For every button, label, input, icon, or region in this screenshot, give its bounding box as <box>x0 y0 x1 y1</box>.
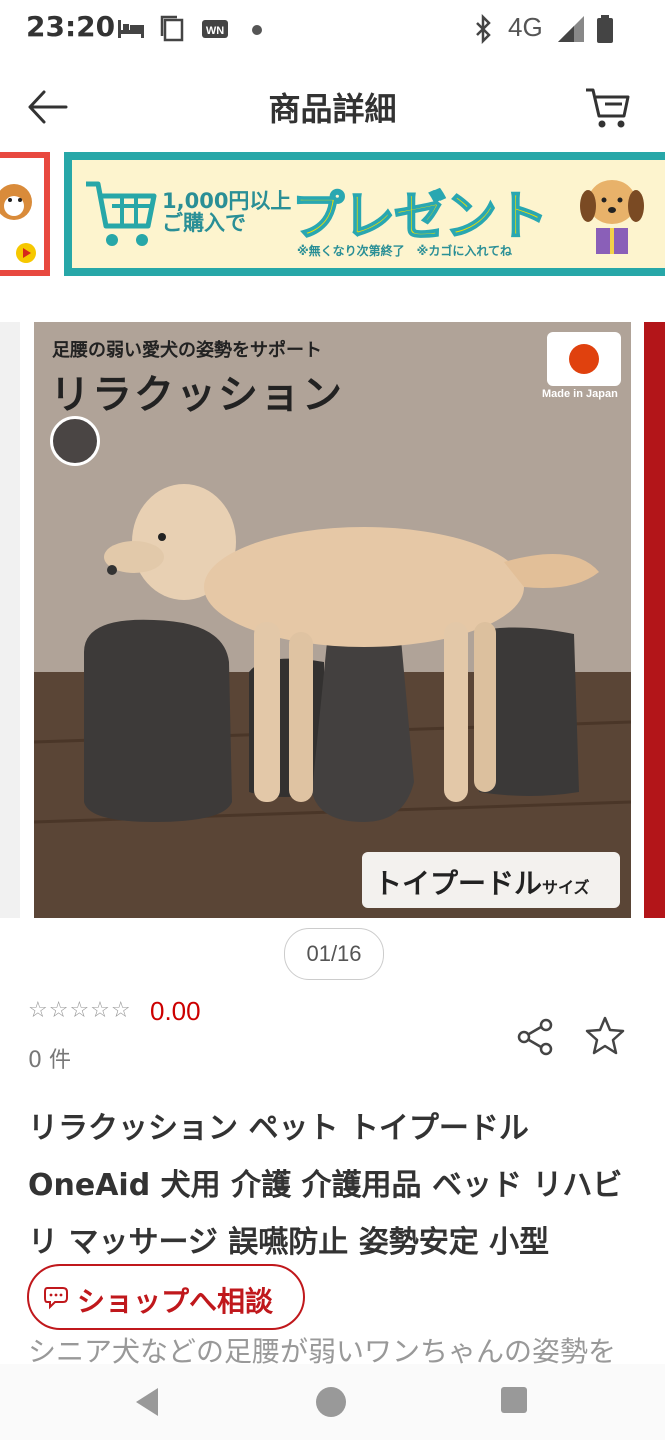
promo-banner-main[interactable]: 1,000円以上 ご購入で プレゼント ※無くなり次第終了 ※カゴに入れてね <box>64 152 665 276</box>
size-badge: トイプードルサイズ <box>362 852 620 908</box>
share-icon[interactable] <box>514 1016 556 1058</box>
cart-icon <box>86 181 157 246</box>
dog-mascot-icon <box>580 180 644 254</box>
size-badge-main: トイプードル <box>374 867 543 900</box>
svg-text:WN: WN <box>206 25 224 37</box>
carousel-prev-peek[interactable] <box>0 322 20 918</box>
size-badge-suffix: サイズ <box>542 878 590 897</box>
product-image[interactable]: 足腰の弱い愛犬の姿勢をサポート リラクッション Made in Japan トイ… <box>34 322 631 918</box>
flag-circle <box>569 344 599 374</box>
favorite-star-icon[interactable] <box>584 1014 626 1056</box>
dot-icon <box>252 25 262 35</box>
chat-bubble-icon <box>44 1287 68 1310</box>
network-type: 4G <box>508 12 543 42</box>
bed-icon <box>118 20 144 38</box>
cart-icon[interactable] <box>578 82 634 132</box>
bluetooth-icon <box>476 14 491 44</box>
carousel-next-peek[interactable] <box>644 322 665 918</box>
description-text: シニア犬などの足腰が弱いワンちゃんの姿勢を <box>28 1335 617 1364</box>
promo-line1: 1,000円以上 <box>162 189 292 213</box>
size-badge-label: トイプードルサイズ <box>374 862 590 902</box>
status-bar: 23:20 WN 4G <box>0 0 665 60</box>
made-in-label: Made in Japan <box>542 388 618 400</box>
description-preview: シニア犬などの足腰が弱いワンちゃんの姿勢を <box>28 1334 665 1364</box>
promo-note: ※無くなり次第終了 ※カゴに入れてね <box>297 244 512 258</box>
review-count[interactable]: 0 件 <box>28 1042 71 1074</box>
page-title: 商品詳細 <box>268 90 397 128</box>
consult-label: ショップへ相談 <box>77 1285 274 1318</box>
consult-shop-button[interactable]: ショップへ相談 <box>27 1264 305 1330</box>
system-nav-bar <box>0 1364 665 1440</box>
image-subtitle: 足腰の弱い愛犬の姿勢をサポート <box>52 340 322 361</box>
promo-condition: 1,000円以上 ご購入で <box>162 190 291 234</box>
image-title: リラクッション <box>50 372 344 418</box>
wn-icon: WN <box>202 20 228 38</box>
japan-flag-icon <box>547 332 621 386</box>
copy-icon <box>160 15 184 42</box>
nav-recents-icon[interactable] <box>498 1384 530 1416</box>
battery-icon <box>597 15 613 43</box>
rating-stars: ☆☆☆☆☆ <box>28 998 132 1023</box>
nav-back-icon[interactable] <box>130 1384 166 1420</box>
signal-icon <box>558 16 584 42</box>
promo-line2: ご購入で <box>162 211 246 235</box>
nav-home-icon[interactable] <box>313 1384 349 1420</box>
dog-mascot-icon <box>0 158 44 270</box>
status-time: 23:20 <box>26 10 116 43</box>
product-name: リラクッション ペット トイプードル OneAid 犬用 介護 介護用品 ベッド… <box>28 1111 623 1260</box>
image-pager: 01/16 <box>284 928 384 980</box>
color-swatch <box>50 416 100 466</box>
rating-value: 0.00 <box>150 996 201 1026</box>
promo-banner-left[interactable] <box>0 152 50 276</box>
promo-headline: プレゼント <box>291 186 549 248</box>
